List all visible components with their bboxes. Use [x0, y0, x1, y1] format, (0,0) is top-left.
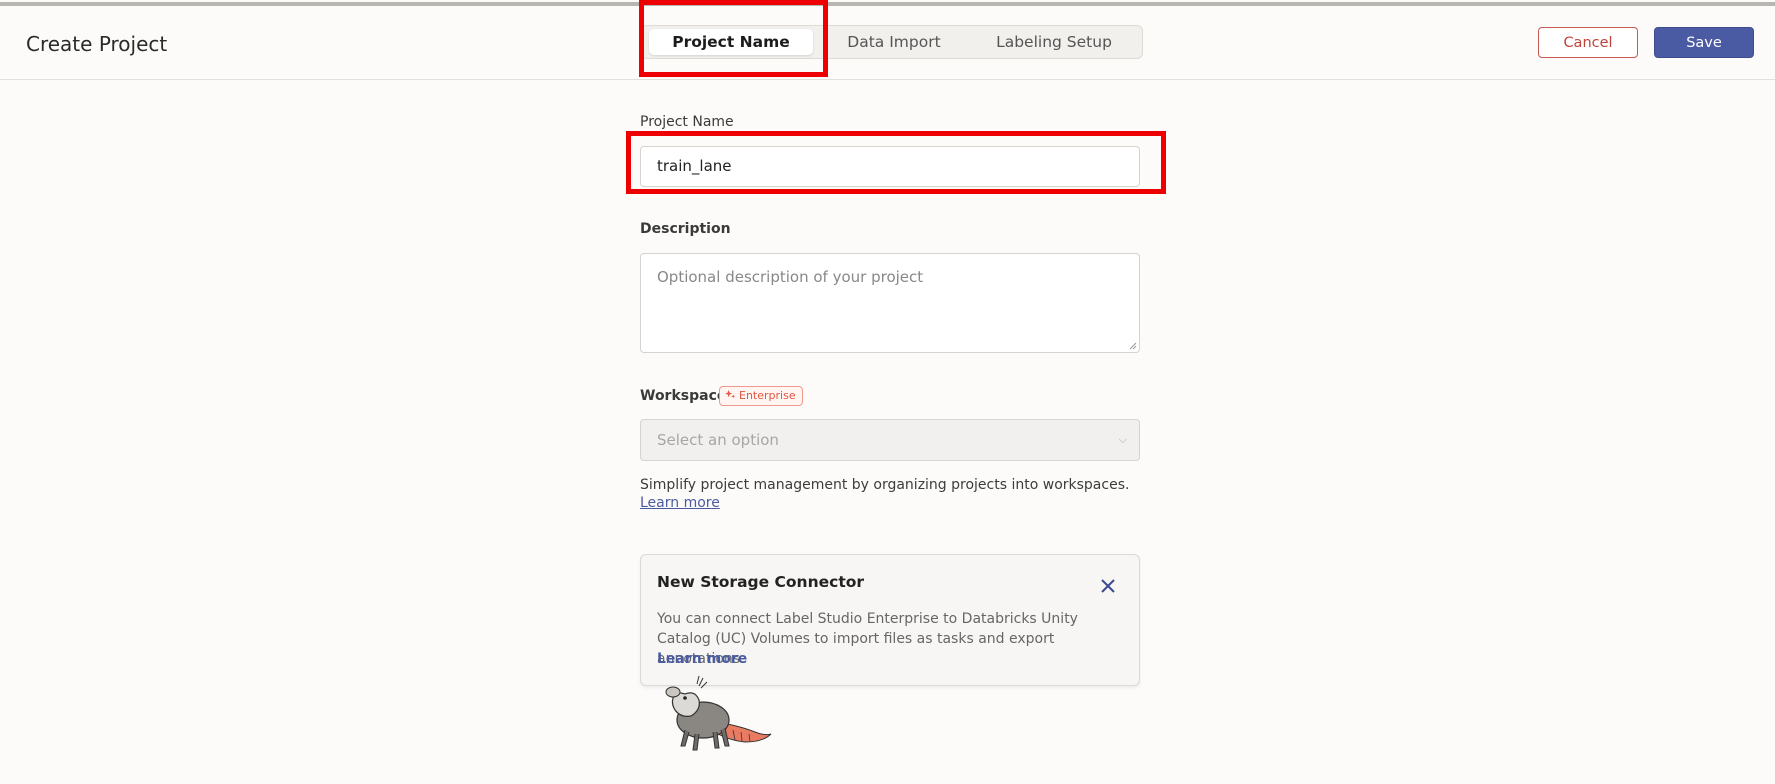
chevron-down-icon: ⌵	[1118, 433, 1127, 446]
project-name-label: Project Name	[640, 114, 734, 130]
notice-learn-more-link[interactable]: Learn more	[657, 651, 747, 667]
workspace-hint-text: Simplify project management by organizin…	[640, 477, 1130, 493]
opossum-mascot	[665, 675, 772, 751]
close-icon[interactable]	[1097, 575, 1119, 597]
workspace-learn-more-link[interactable]: Learn more	[640, 495, 720, 511]
storage-connector-notice: New Storage Connector You can connect La…	[640, 554, 1140, 686]
description-textarea[interactable]: Optional description of your project	[640, 253, 1140, 353]
workspace-label: Workspace	[640, 388, 727, 404]
page-title: Create Project	[26, 32, 168, 56]
page-header: Create Project Project Name Data Import …	[0, 6, 1775, 80]
workspace-select[interactable]: Select an option ⌵	[640, 419, 1140, 461]
save-button[interactable]: Save	[1654, 27, 1754, 58]
notice-title: New Storage Connector	[657, 573, 865, 591]
step-tabs: Project Name Data Import Labeling Setup	[641, 25, 1143, 59]
description-label: Description	[640, 221, 731, 237]
tab-labeling-setup[interactable]: Labeling Setup	[974, 29, 1134, 55]
workspace-hint: Simplify project management by organizin…	[640, 476, 1140, 512]
enterprise-badge-label: Enterprise	[739, 389, 796, 402]
sparkle-icon	[725, 389, 736, 399]
enterprise-badge: Enterprise	[719, 386, 803, 406]
tab-data-import[interactable]: Data Import	[824, 29, 964, 55]
resize-grip-icon[interactable]	[1129, 342, 1137, 350]
cancel-button[interactable]: Cancel	[1538, 27, 1638, 58]
description-placeholder: Optional description of your project	[657, 268, 924, 286]
project-name-input[interactable]: train_lane	[640, 146, 1140, 187]
tab-project-name[interactable]: Project Name	[649, 29, 813, 55]
workspace-select-placeholder: Select an option	[657, 431, 779, 449]
